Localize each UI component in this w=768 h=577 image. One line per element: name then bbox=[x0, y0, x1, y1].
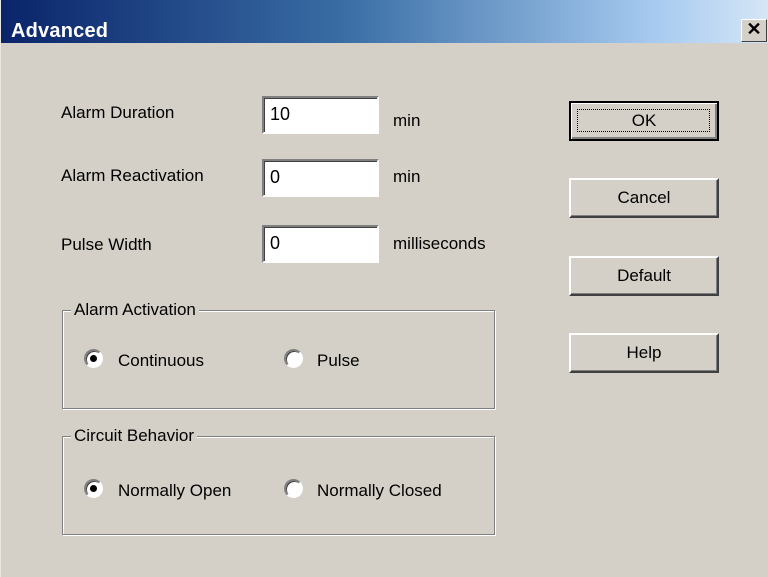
focus-ring bbox=[577, 109, 710, 132]
continuous-radio-label[interactable]: Continuous bbox=[118, 351, 204, 371]
advanced-dialog: Advanced ✕ Alarm Duration 10 min Alarm R… bbox=[0, 0, 768, 577]
pulse-radio-label[interactable]: Pulse bbox=[317, 351, 360, 371]
alarm-duration-value: 10 bbox=[270, 104, 291, 124]
radio-selected-dot bbox=[90, 485, 97, 492]
normally-open-radio-label[interactable]: Normally Open bbox=[118, 481, 231, 501]
pulse-radio[interactable] bbox=[284, 349, 303, 368]
help-button-label: Help bbox=[626, 343, 662, 362]
title-bar[interactable]: Advanced ✕ bbox=[1, 0, 768, 43]
alarm-activation-legend: Alarm Activation bbox=[71, 300, 199, 320]
help-button[interactable]: Help bbox=[569, 333, 719, 373]
alarm-duration-unit: min bbox=[393, 111, 421, 130]
alarm-reactivation-value: 0 bbox=[270, 167, 281, 187]
alarm-reactivation-input[interactable]: 0 bbox=[262, 159, 379, 197]
close-glyph: ✕ bbox=[746, 19, 762, 39]
continuous-radio[interactable] bbox=[84, 349, 103, 368]
default-button-label: Default bbox=[617, 266, 671, 285]
pulse-width-label: Pulse Width bbox=[61, 235, 152, 254]
pulse-width-unit: milliseconds bbox=[393, 234, 486, 253]
circuit-behavior-legend: Circuit Behavior bbox=[71, 426, 197, 446]
alarm-reactivation-label: Alarm Reactivation bbox=[61, 166, 204, 185]
dialog-title: Advanced bbox=[11, 20, 109, 42]
normally-open-radio[interactable] bbox=[84, 479, 103, 498]
alarm-duration-label: Alarm Duration bbox=[61, 103, 175, 122]
cancel-button[interactable]: Cancel bbox=[569, 178, 719, 218]
normally-closed-radio[interactable] bbox=[284, 479, 303, 498]
cancel-button-label: Cancel bbox=[617, 188, 671, 207]
pulse-width-input[interactable]: 0 bbox=[262, 225, 379, 263]
close-icon[interactable]: ✕ bbox=[741, 19, 767, 42]
normally-closed-radio-label[interactable]: Normally Closed bbox=[317, 481, 442, 501]
radio-selected-dot bbox=[90, 355, 97, 362]
default-button[interactable]: Default bbox=[569, 256, 719, 296]
alarm-duration-input[interactable]: 10 bbox=[262, 96, 379, 134]
alarm-reactivation-unit: min bbox=[393, 167, 421, 186]
pulse-width-value: 0 bbox=[270, 233, 281, 253]
ok-button[interactable]: OK bbox=[569, 101, 719, 141]
